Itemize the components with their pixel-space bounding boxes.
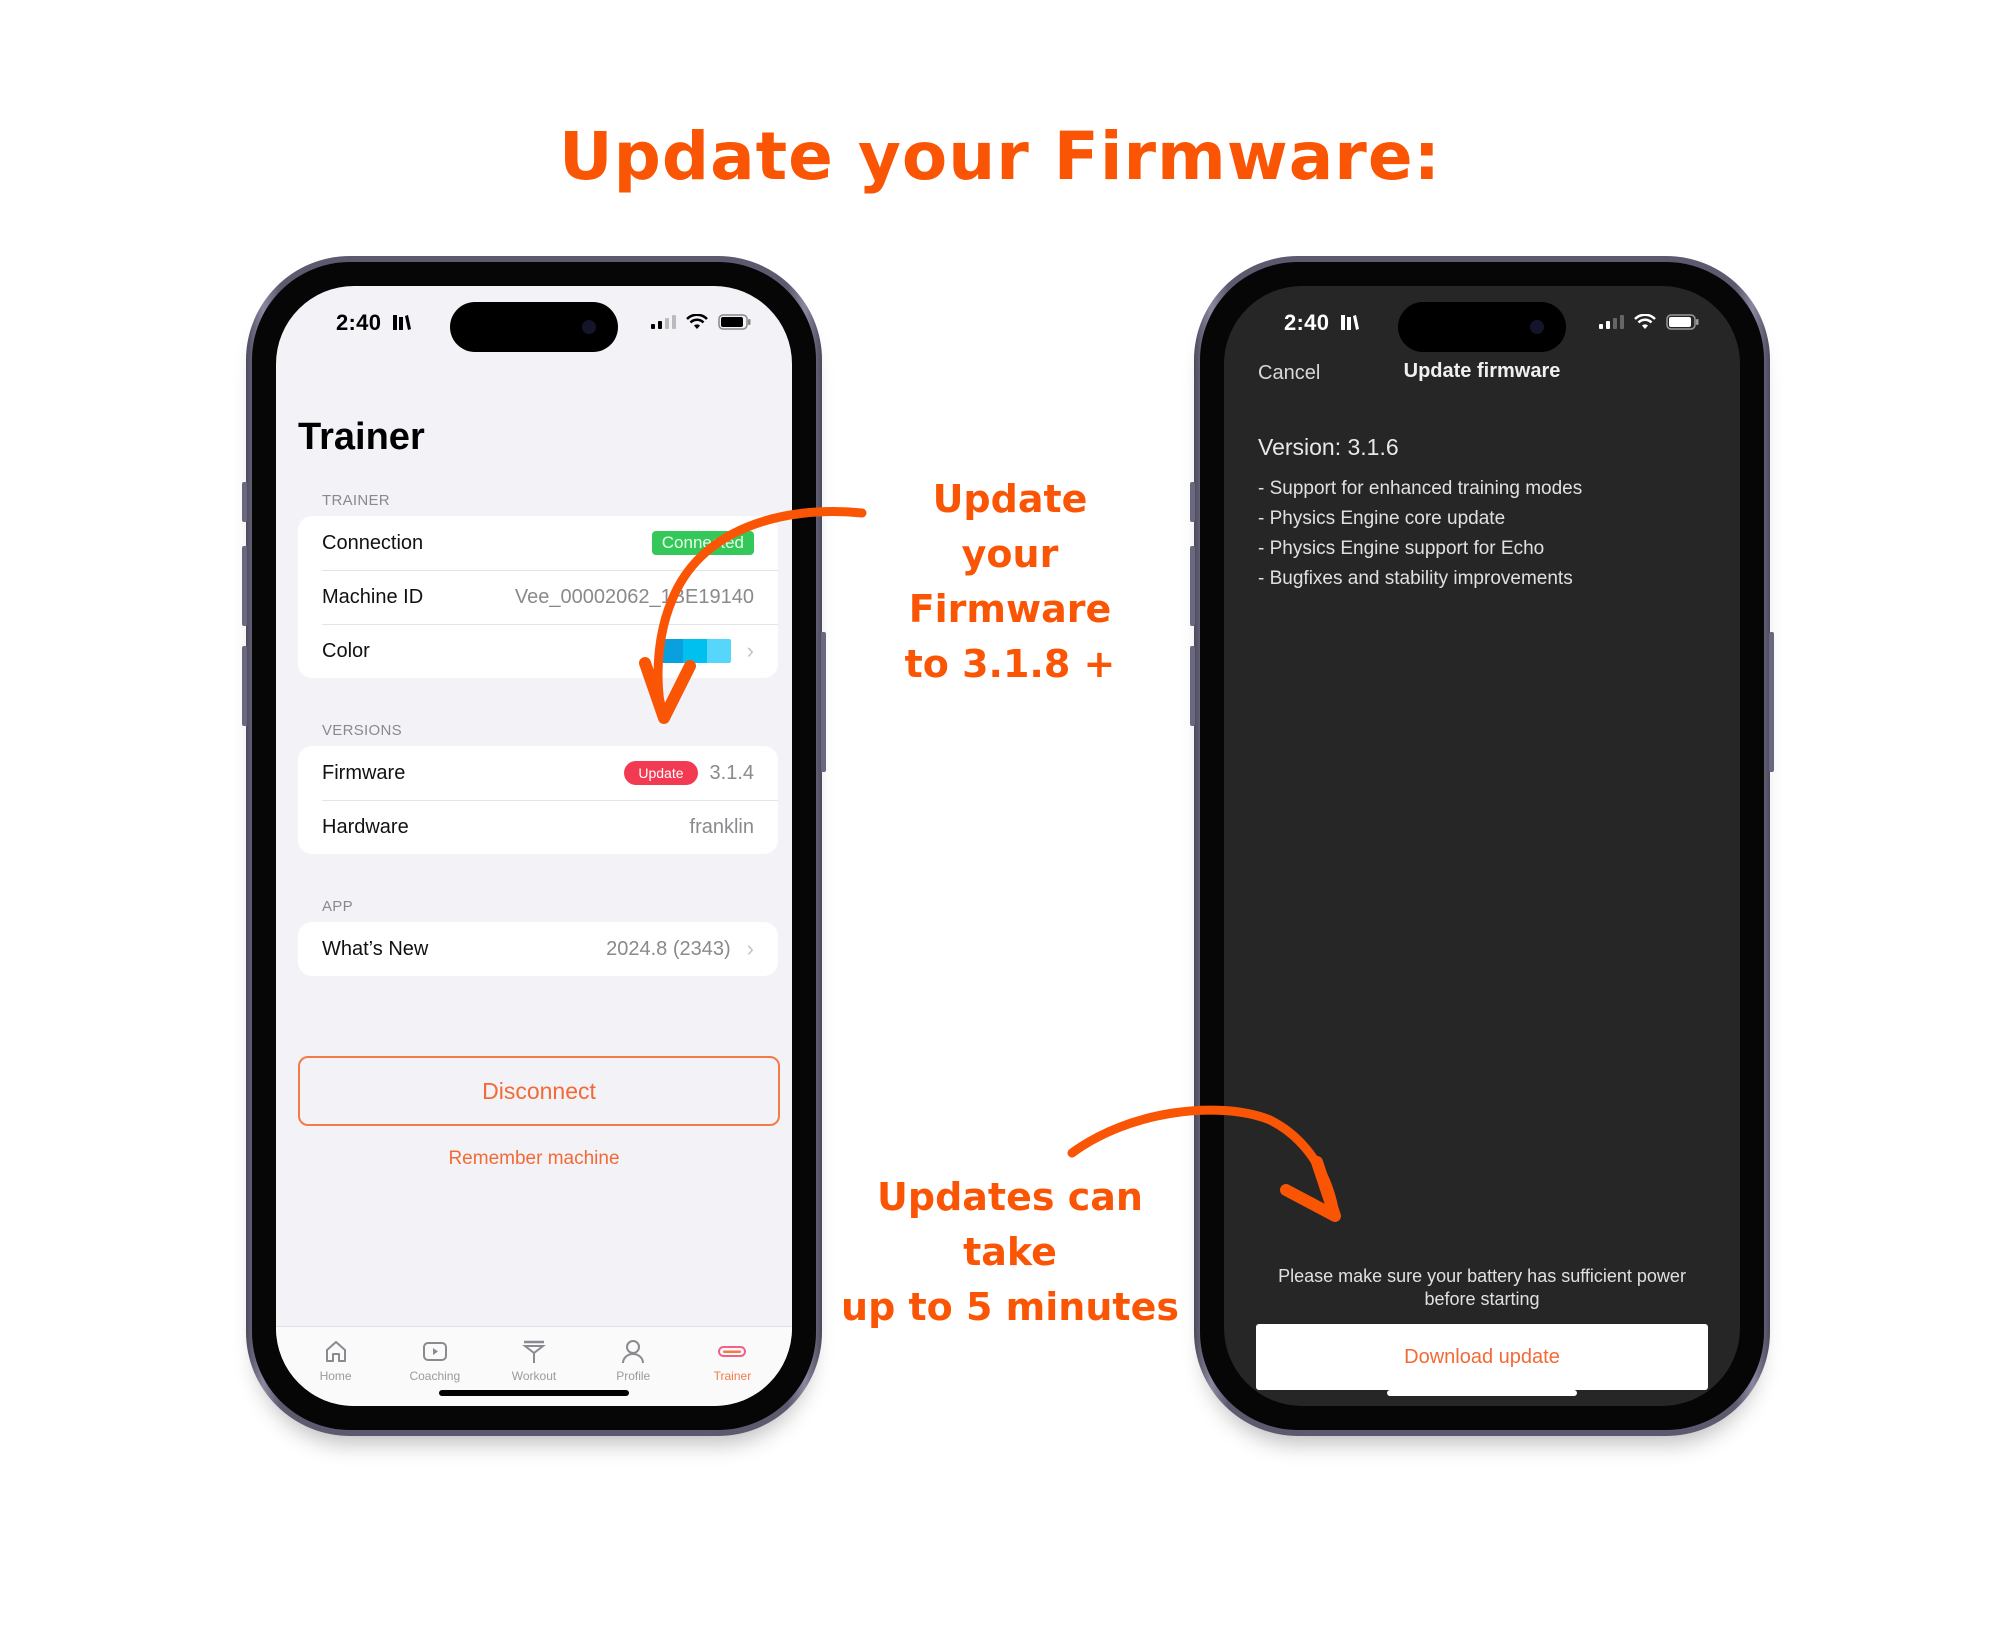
tab-trainer[interactable]: Trainer [683,1327,782,1406]
chevron-right-icon: › [746,936,754,961]
trainer-screen: 2:40 Trainer TRAINER Connection Connecte… [276,286,792,1406]
nav-title: Update firmware [1403,360,1561,382]
workout-icon [522,1340,546,1363]
play-icon [422,1342,447,1361]
battery-warning: Please make sure your battery has suffic… [1278,1266,1686,1309]
remember-machine-link[interactable]: Remember machine [276,1148,792,1170]
disconnect-button[interactable]: Disconnect [298,1056,780,1126]
trainer-icon [718,1346,747,1357]
trainer-group: Connection Connected Machine ID Vee_0000… [298,516,778,678]
battery-icon [718,314,751,330]
update-badge[interactable]: Update [624,761,698,785]
release-notes: - Support for enhanced training modes - … [1258,474,1582,594]
hardware-value: franklin [689,815,754,838]
update-callout-line: to 3.1.8 + [904,642,1116,686]
volume-up-button [242,546,247,626]
version-title: Version: 3.1.6 [1258,434,1399,460]
tab-label-home: Home [319,1369,352,1383]
versions-group: Firmware Update 3.1.4 Hardware franklin [298,746,778,854]
section-label-trainer: TRAINER [322,492,390,509]
tab-label-trainer: Trainer [713,1369,752,1383]
whats-new-label: What’s New [322,937,429,960]
release-note: - Bugfixes and stability improvements [1258,568,1573,589]
page-title: Trainer [298,416,425,458]
firmware-label: Firmware [322,761,406,784]
remember-machine-label: Remember machine [448,1148,620,1169]
wifi-icon [686,314,708,329]
library-books-icon [392,315,411,330]
tab-home[interactable]: Home [286,1327,385,1406]
wifi-icon [1634,314,1656,329]
home-icon [325,1341,346,1362]
connection-row: Connection Connected [298,516,778,570]
dynamic-island [1398,302,1566,352]
hardware-row: Hardware franklin [298,800,778,854]
status-icons [651,314,752,330]
hardware-label: Hardware [322,815,409,838]
action-button [242,482,247,522]
connection-label: Connection [322,531,424,554]
volume-down-button [242,646,247,726]
release-note: - Physics Engine core update [1258,508,1506,529]
firmware-version: 3.1.4 [709,761,754,784]
tab-label-profile: Profile [616,1369,651,1383]
battery-icon [1666,314,1699,330]
home-indicator [439,1390,629,1396]
time-callout-line: up to 5 minutes [841,1285,1179,1329]
section-label-versions: VERSIONS [322,722,402,739]
phone-update-screen: 2:40 Cancel Update firmware Version: 3.1… [1190,256,1774,1436]
action-button [1190,482,1195,522]
color-label: Color [322,639,370,662]
machine-id-row: Machine ID Vee_00002062_1BE19140 [298,570,778,624]
volume-up-button [1190,546,1195,626]
time-callout-line: Updates can take [877,1175,1143,1274]
update-firmware-screen: 2:40 Cancel Update firmware Version: 3.1… [1224,286,1740,1406]
phone-trainer-screen: 2:40 Trainer TRAINER Connection Connecte… [242,256,826,1436]
page-headline: Update your Firmware: [558,118,1442,195]
power-button [1769,632,1774,772]
power-button [821,632,826,772]
library-books-icon [1340,315,1359,330]
firmware-row[interactable]: Firmware Update 3.1.4 [298,746,778,800]
update-callout: Update your Firmware to 3.1.8 + [880,472,1140,692]
machine-id-label: Machine ID [322,585,424,608]
chevron-right-icon: › [746,638,754,663]
download-update-button[interactable]: Download update [1256,1324,1708,1390]
section-label-app: APP [322,898,353,915]
dynamic-island [450,302,618,352]
tab-label-workout: Workout [511,1369,557,1383]
connected-badge: Connected [651,531,754,555]
profile-icon [622,1340,645,1364]
update-callout-line: Firmware [908,587,1112,631]
release-note: - Support for enhanced training modes [1258,478,1583,499]
machine-id-value: Vee_00002062_1BE19140 [514,585,754,608]
home-indicator [1387,1390,1577,1396]
status-time: 2:40 [336,310,412,336]
status-time: 2:40 [1284,310,1360,336]
update-callout-line: Update your [932,477,1088,576]
whats-new-row[interactable]: What’s New 2024.8 (2343) › [298,922,778,976]
app-version: 2024.8 (2343) [606,937,731,960]
color-swatch [658,639,731,663]
volume-down-button [1190,646,1195,726]
tab-label-coaching: Coaching [409,1369,461,1383]
color-row[interactable]: Color › [298,624,778,678]
time-callout: Updates can take up to 5 minutes [840,1170,1180,1335]
cellular-signal-icon [651,315,676,329]
app-group: What’s New 2024.8 (2343) › [298,922,778,976]
release-note: - Physics Engine support for Echo [1258,538,1545,559]
status-icons [1599,314,1700,330]
cellular-signal-icon [1599,315,1624,329]
